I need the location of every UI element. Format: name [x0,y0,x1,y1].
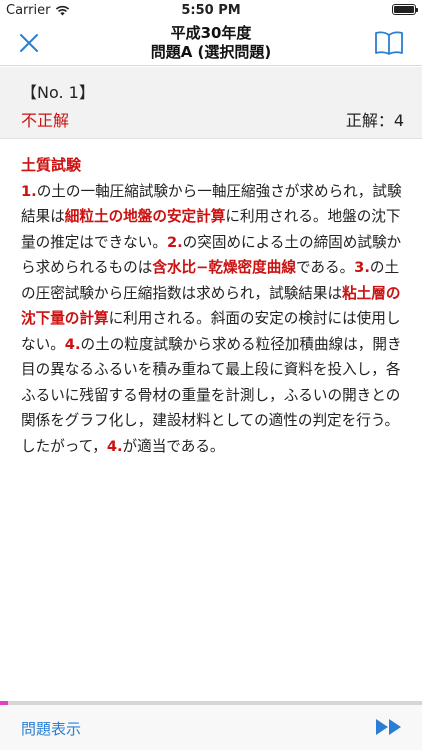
explanation-segment: である。 [295,259,355,276]
status-bar: Carrier 5:50 PM [0,0,422,22]
highlight-text: 含水比−乾燥密度曲線 [152,259,296,276]
show-question-button[interactable]: 問題表示 [21,718,81,739]
highlight-text: 細粒土の地盤の安定計算 [64,208,226,225]
result-label: 不正解 [21,111,70,130]
choice-number: 2. [166,233,183,251]
choice-number: 4. [64,335,81,353]
navigation-bar: 平成30年度 問題A (選択問題) [0,22,422,66]
page-title: 平成30年度 問題A (選択問題) [60,24,362,62]
explanation-segment: が適当である。 [122,437,225,455]
battery-icon [392,4,418,15]
title-year: 平成30年度 [170,24,252,42]
close-icon[interactable] [18,32,40,54]
explanation-body: 1.の土の一軸圧縮試験から一軸圧縮強さが求められ，試験結果は細粒土の地盤の安定計… [21,179,403,460]
title-section: 問題A (選択問題) [150,43,272,61]
question-header: 【No. 1】 不正解 正解：4 [0,67,422,138]
choice-number: 3. [354,259,370,276]
explanation-text: 土質試験 1.の土の一軸圧縮試験から一軸圧縮強さが求められ，試験結果は細粒土の地… [21,153,403,459]
choice-number: 4. [106,437,123,455]
status-time: 5:50 PM [181,3,241,18]
status-right [392,4,418,15]
explanation-heading: 土質試験 [21,156,82,174]
fast-forward-icon[interactable] [374,717,404,737]
divider [0,138,422,139]
choice-number: 1. [21,182,37,200]
bottom-toolbar: 問題表示 [0,705,422,750]
book-icon[interactable] [374,30,404,56]
correct-answer: 正解：4 [345,111,404,130]
question-number: 【No. 1】 [21,83,95,102]
